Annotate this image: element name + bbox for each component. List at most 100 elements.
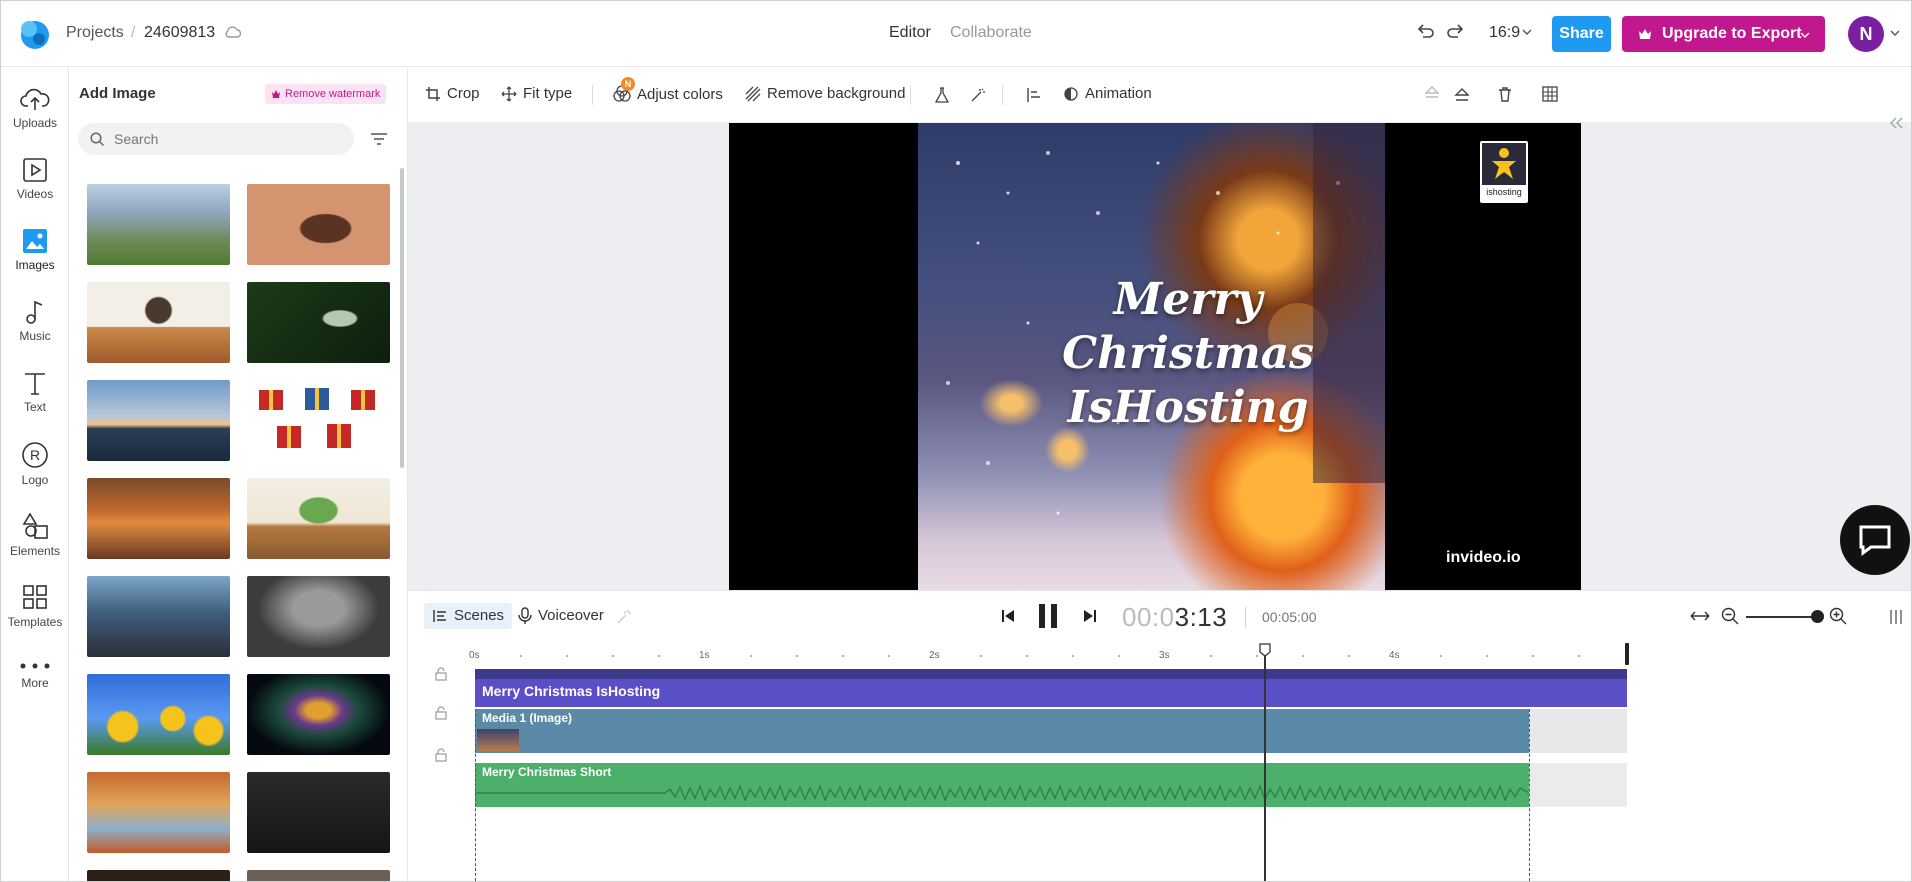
shapes-icon (22, 512, 48, 539)
image-thumbnail-partial[interactable] (247, 870, 390, 881)
image-thumbnail-orangutan[interactable] (247, 184, 390, 265)
image-thumbnail-business-meeting[interactable] (87, 576, 230, 657)
registered-logo-icon: R (22, 442, 48, 468)
fit-width-icon[interactable] (1690, 609, 1710, 623)
rail-item-uploads[interactable]: Uploads (1, 86, 69, 146)
skip-back-icon[interactable] (1000, 608, 1016, 624)
lock-icon[interactable] (435, 706, 447, 720)
timeline-panel: Scenes Voiceover 00:03:13 00:05:00 0s 1s… (408, 590, 1911, 881)
send-backward-icon[interactable] (1453, 85, 1471, 103)
lock-icon[interactable] (435, 748, 447, 762)
skip-forward-icon[interactable] (1082, 608, 1098, 624)
chat-support-button[interactable] (1840, 505, 1910, 575)
bring-forward-icon[interactable] (1423, 85, 1441, 103)
flask-filter-icon[interactable] (934, 87, 950, 103)
video-title-text[interactable]: Merry Christmas IsHosting (1058, 273, 1318, 435)
remove-watermark-button[interactable]: Remove watermark (265, 84, 387, 104)
align-left-icon[interactable] (1026, 87, 1042, 103)
magic-brush-icon[interactable] (616, 609, 632, 625)
text-track[interactable]: Merry Christmas IsHosting (475, 669, 1627, 707)
rail-item-images[interactable]: Images (1, 228, 69, 288)
crown-icon (1639, 29, 1651, 39)
image-thumbnail-gifts[interactable] (247, 380, 390, 461)
scenes-toggle[interactable]: Scenes (424, 603, 513, 629)
redo-icon[interactable] (1445, 21, 1467, 43)
undo-icon[interactable] (1414, 21, 1436, 43)
image-thumbnail-glowing-child[interactable] (247, 674, 390, 755)
text-track-label: Merry Christmas IsHosting (482, 683, 661, 699)
media-track[interactable]: Media 1 (Image) (475, 709, 1529, 753)
share-button[interactable]: Share (1552, 16, 1611, 52)
rail-item-elements[interactable]: Elements (1, 512, 69, 572)
scene-image[interactable]: Merry Christmas IsHosting (918, 123, 1385, 590)
adjust-colors-label: Adjust colors (637, 85, 723, 103)
fit-type-button[interactable]: Fit type (501, 85, 572, 102)
chevron-down-icon (1522, 29, 1532, 35)
image-thumbnail-autumn-lake[interactable] (87, 772, 230, 853)
image-thumbnail-fog-ship[interactable] (247, 576, 390, 657)
tab-editor[interactable]: Editor (889, 24, 931, 42)
crop-button[interactable]: Crop (425, 85, 480, 102)
image-thumbnail-mountains[interactable] (87, 184, 230, 265)
image-thumbnail-dark-texture[interactable] (247, 772, 390, 853)
image-thumbnail-partial[interactable] (87, 870, 230, 881)
zoom-slider-handle[interactable] (1811, 610, 1824, 623)
lock-icon[interactable] (435, 667, 447, 681)
image-thumbnail-chimp-books[interactable] (87, 282, 230, 363)
zoom-out-icon[interactable] (1721, 607, 1739, 625)
rail-item-logo[interactable]: R Logo (1, 441, 69, 501)
voiceover-button[interactable]: Voiceover (518, 607, 604, 624)
rail-item-videos[interactable]: Videos (1, 157, 69, 217)
toolbar-divider (1002, 85, 1003, 105)
audio-track[interactable]: Merry Christmas Short (475, 763, 1529, 807)
image-thumbnail-orange-sky[interactable] (87, 478, 230, 559)
panel-title: Add Image (79, 85, 156, 102)
project-name[interactable]: 24609813 (144, 24, 215, 42)
grid-icon[interactable] (1541, 85, 1559, 103)
tab-collaborate[interactable]: Collaborate (950, 24, 1032, 42)
image-thumbnail-sea-sunset[interactable] (87, 380, 230, 461)
timeline-settings-icon[interactable] (1889, 609, 1903, 625)
rail-item-more[interactable]: More (1, 660, 69, 720)
trash-icon[interactable] (1496, 85, 1514, 103)
playhead-line[interactable] (1264, 651, 1266, 881)
avatar[interactable]: N (1848, 16, 1884, 52)
invideo-logo-icon[interactable] (17, 17, 51, 51)
rail-item-music[interactable]: Music (1, 299, 69, 359)
image-thumbnail-parrot[interactable] (247, 282, 390, 363)
timeline-end-marker[interactable] (1625, 643, 1629, 665)
collapse-panel-icon[interactable] (1888, 116, 1904, 130)
adjust-colors-button[interactable]: N Adjust colors (613, 77, 723, 103)
image-thumbnail-sunflowers[interactable] (87, 674, 230, 755)
pause-icon[interactable] (1036, 603, 1060, 629)
video-preview[interactable]: Merry Christmas IsHosting (729, 123, 1581, 590)
rail-item-templates[interactable]: Templates (1, 583, 69, 643)
chevron-down-icon (1800, 32, 1810, 38)
ishosting-logo[interactable]: ishosting (1480, 141, 1528, 203)
zoom-in-icon[interactable] (1829, 607, 1847, 625)
edit-toolbar: Crop Fit type N Adjust colors Remove bac… (408, 68, 1911, 122)
animation-button[interactable]: Animation (1063, 85, 1152, 102)
clip-end-guide (1529, 709, 1530, 881)
chevron-down-icon[interactable] (1890, 29, 1900, 37)
remove-background-icon (745, 86, 761, 101)
filter-icon[interactable] (368, 128, 390, 150)
rail-label-elements: Elements (9, 544, 61, 558)
image-thumbnail-frog-books[interactable] (247, 478, 390, 559)
magic-wand-icon[interactable] (970, 87, 986, 103)
breadcrumb-projects[interactable]: Projects (66, 24, 124, 42)
zoom-slider-track[interactable] (1746, 616, 1816, 618)
remove-background-button[interactable]: Remove background (745, 85, 905, 102)
upgrade-to-export-button[interactable]: Upgrade to Export (1622, 16, 1825, 52)
search-input[interactable] (114, 129, 334, 149)
chat-bubble-icon (1859, 525, 1891, 556)
media-track-label: Media 1 (Image) (482, 711, 573, 725)
playhead-handle-icon[interactable] (1259, 643, 1271, 657)
remove-watermark-label: Remove watermark (285, 88, 381, 100)
search-field[interactable] (78, 123, 354, 155)
text-icon (25, 373, 45, 395)
crown-icon (272, 90, 280, 98)
aspect-ratio-select[interactable]: 16:9 (1489, 24, 1520, 42)
rail-item-text[interactable]: Text (1, 370, 69, 430)
panel-scrollbar[interactable] (400, 168, 404, 468)
